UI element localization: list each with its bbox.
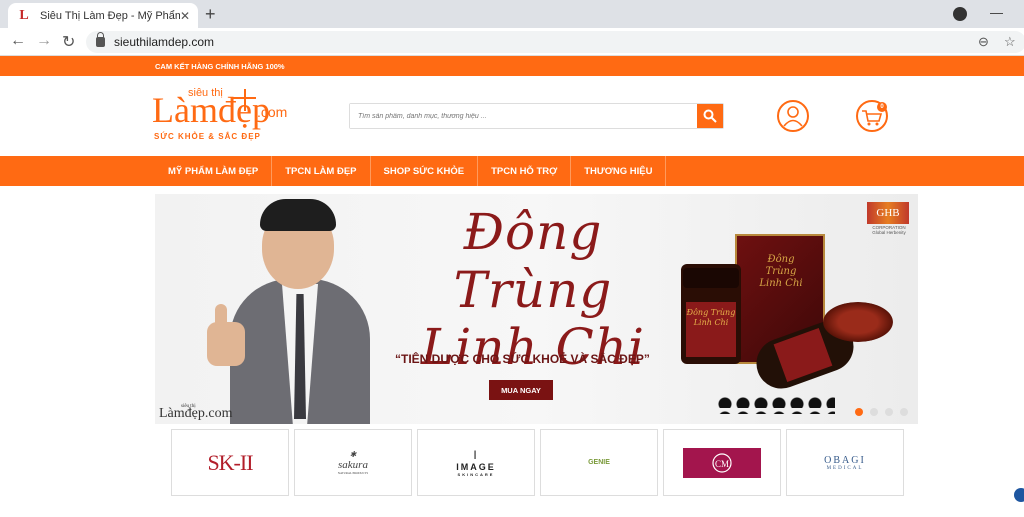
slider-dots <box>855 408 908 416</box>
brand-list: SK-II ✱ sakura NATURAL PRODUCTS I IMAGE … <box>171 429 904 496</box>
brand-obagi-name: OBAGI <box>824 454 866 466</box>
brand-logo-sakura: ✱ sakura NATURAL PRODUCTS <box>337 450 369 475</box>
brand-item-image[interactable]: I IMAGE SKINCARE <box>417 429 535 496</box>
nav-item-my-pham-lam-dep[interactable]: MỸ PHẨM LÀM ĐẸP <box>155 156 273 186</box>
cart-count-badge: 0 <box>877 102 887 112</box>
browser-tabbar: L Siêu Thị Làm Đẹp - Mỹ Phẩm & T ✕ + — <box>0 0 1024 28</box>
site-favicon-icon: L <box>19 7 29 23</box>
close-icon[interactable]: ✕ <box>180 9 190 23</box>
capsules-image <box>715 394 835 414</box>
brand-logo-obagi: OBAGI MEDICAL <box>824 455 866 471</box>
chat-widget-icon[interactable] <box>1014 488 1024 502</box>
browser-tab[interactable]: L Siêu Thị Làm Đẹp - Mỹ Phẩm & T ✕ <box>8 3 198 28</box>
zoom-icon[interactable]: ⊖ <box>978 34 989 50</box>
brand-image-sub: SKINCARE <box>457 472 495 477</box>
nav-item-tpcn-ho-tro[interactable]: TPCN HỖ TRỢ <box>478 156 572 186</box>
reload-icon[interactable]: ↻ <box>62 32 75 52</box>
minimize-icon[interactable]: — <box>990 5 1003 20</box>
lock-icon <box>96 32 105 47</box>
profile-icon[interactable] <box>953 7 967 21</box>
brand-logo-cm: CM <box>683 447 761 478</box>
nav-item-shop-suc-khoe[interactable]: SHOP SỨC KHỎE <box>371 156 479 186</box>
promise-strip: CAM KẾT HÀNG CHÍNH HÃNG 100% <box>0 56 1024 76</box>
banner-watermark-logo: siêu thị Làmđẹp.com <box>159 404 232 422</box>
brand-item-obagi[interactable]: OBAGI MEDICAL <box>786 429 904 496</box>
brand-obagi-sub: MEDICAL <box>826 465 864 471</box>
banner-headline: Đông Trùng Linh Chi <box>413 203 653 377</box>
bookmark-star-icon[interactable]: ☆ <box>1004 34 1016 50</box>
search-bar <box>349 103 724 129</box>
thumbs-up-thumb <box>215 304 227 328</box>
brand-sakura-sub: NATURAL PRODUCTS <box>337 471 369 475</box>
slider-dot[interactable] <box>900 408 908 416</box>
nav-item-thuong-hieu[interactable]: THƯƠNG HIỆU <box>571 156 667 186</box>
banner-model-hair <box>260 199 336 231</box>
promise-text: CAM KẾT HÀNG CHÍNH HÃNG 100% <box>155 61 285 71</box>
buy-now-button[interactable]: MUA NGAY <box>489 380 553 400</box>
banner-tagline: “TIÊN DƯỢC CHO SỨC KHOẺ VÀ SẮC ĐẸP” <box>395 352 650 366</box>
site-logo[interactable]: siêu thị Làmđẹp .com SỨC KHỎE & SẮC ĐẸP <box>152 82 312 148</box>
brand-logo-genie: GENIE <box>588 459 610 466</box>
address-bar[interactable]: sieuthilamdep.com ⊖ ☆ <box>86 31 1024 53</box>
hero-banner[interactable]: siêu thị Làmđẹp.com Đông Trùng Linh Chi … <box>155 194 918 424</box>
product-jar-label: Đông Trùng Linh Chi <box>686 302 736 357</box>
new-tab-button[interactable]: + <box>205 4 216 25</box>
lingzhi-mushroom-image <box>823 302 893 342</box>
logo-domain-text: .com <box>257 104 288 120</box>
brand-item-skii[interactable]: SK-II <box>171 429 289 496</box>
forward-icon[interactable]: → <box>36 32 52 50</box>
tab-title: Siêu Thị Làm Đẹp - Mỹ Phẩm & T <box>40 9 180 22</box>
slider-dot[interactable] <box>885 408 893 416</box>
banner-watermark-main: Làmđẹp.com <box>159 406 233 421</box>
brand-image-name: IMAGE <box>456 462 496 472</box>
product-box-label: Đông Trùng Linh Chi <box>759 254 803 289</box>
search-input[interactable] <box>350 104 697 128</box>
slider-dot[interactable] <box>855 408 863 416</box>
ghb-subtext: CORPORATION Global Herbenity <box>872 225 906 235</box>
ghb-mark: GHB <box>867 202 909 224</box>
ghb-brand-logo: GHB CORPORATION Global Herbenity <box>867 202 911 240</box>
slider-dot[interactable] <box>870 408 878 416</box>
cm-monogram-icon: CM <box>712 452 732 473</box>
search-icon <box>703 109 717 123</box>
search-button[interactable] <box>697 104 723 128</box>
product-jar-lid <box>683 268 739 288</box>
user-icon <box>783 106 803 127</box>
account-button[interactable] <box>777 100 809 132</box>
brand-sakura-name: sakura <box>338 459 368 471</box>
banner-headline-line2: Linh Chi <box>421 318 645 376</box>
brand-logo-skii: SK-II <box>207 449 253 475</box>
site-header: siêu thị Làmđẹp .com SỨC KHỎE & SẮC ĐẸP … <box>0 76 1024 156</box>
browser-toolbar: ← → ↻ sieuthilamdep.com ⊖ ☆ <box>0 28 1024 56</box>
cart-button[interactable]: 0 <box>856 100 888 132</box>
brand-item-genie[interactable]: GENIE <box>540 429 658 496</box>
brand-item-cm[interactable]: CM <box>663 429 781 496</box>
brand-logo-image: I IMAGE SKINCARE <box>456 448 496 477</box>
nav-item-tpcn-lam-dep[interactable]: TPCN LÀM ĐẸP <box>272 156 371 186</box>
banner-headline-line1: Đông Trùng <box>453 203 613 319</box>
logo-slogan: SỨC KHỎE & SẮC ĐẸP <box>154 132 261 141</box>
url-text: sieuthilamdep.com <box>114 35 215 49</box>
back-icon[interactable]: ← <box>10 32 26 50</box>
main-nav: MỸ PHẨM LÀM ĐẸP TPCN LÀM ĐẸP SHOP SỨC KH… <box>0 156 1024 186</box>
brand-item-sakura[interactable]: ✱ sakura NATURAL PRODUCTS <box>294 429 412 496</box>
logo-main-text: Làmđẹp <box>152 90 270 130</box>
brand-cm-text: CM <box>715 459 729 469</box>
thumbs-up-hand <box>207 322 245 366</box>
